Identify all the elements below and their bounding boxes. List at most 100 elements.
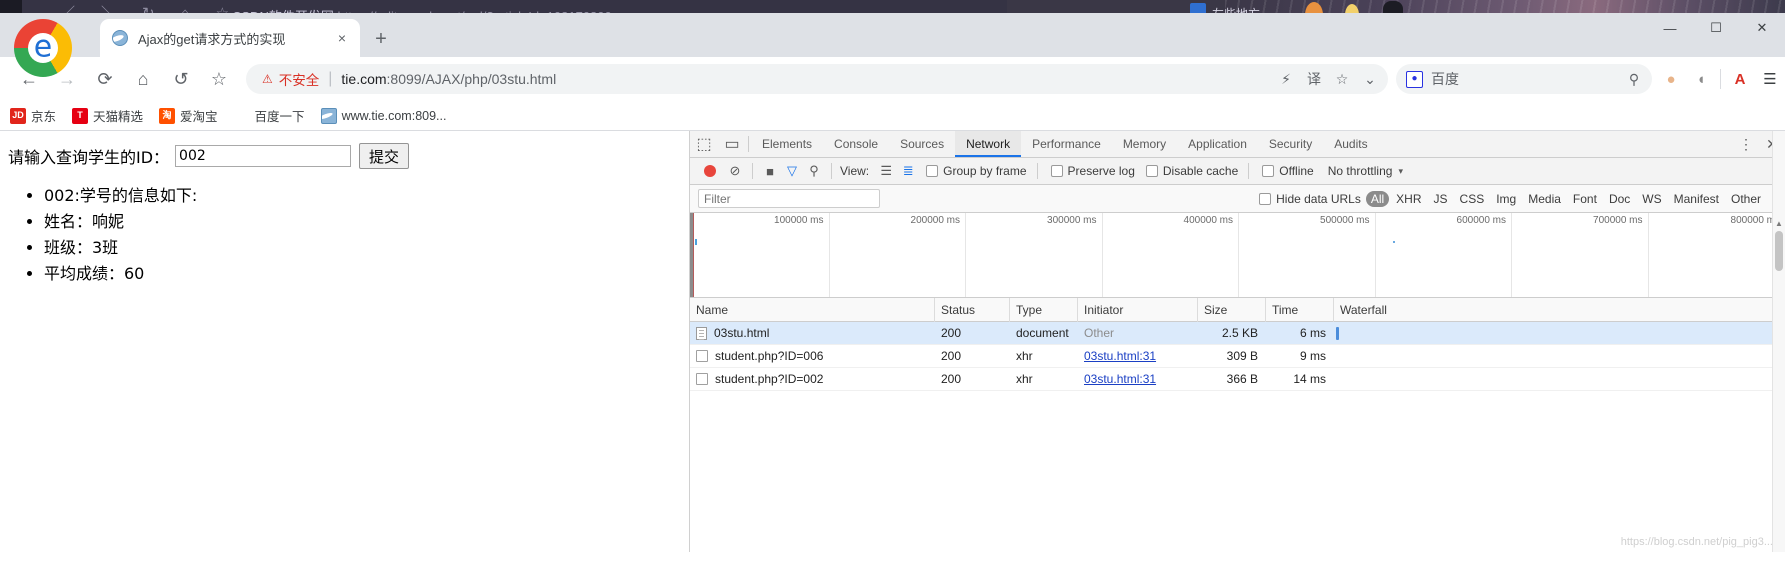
hide-data-urls-checkbox[interactable] xyxy=(1259,192,1272,205)
record-button-icon[interactable] xyxy=(704,165,716,177)
device-toolbar-icon[interactable]: ▭ xyxy=(718,131,746,157)
submit-button[interactable]: 提交 xyxy=(359,143,410,169)
view-waterfall-icon[interactable]: ≣ xyxy=(897,163,919,179)
filter-type-all[interactable]: All xyxy=(1365,190,1390,207)
bookmark-star-icon[interactable]: ☆ xyxy=(202,62,236,96)
table-row[interactable]: 03stu.html 200 document Other 2.5 KB 6 m… xyxy=(690,322,1785,345)
browser-tab[interactable]: Ajax的get请求方式的实现 × xyxy=(100,19,360,57)
search-icon[interactable]: ⚲ xyxy=(1622,71,1646,88)
disable-cache-checkbox[interactable] xyxy=(1145,165,1158,177)
request-name-cell[interactable]: student.php?ID=002 xyxy=(690,368,935,391)
filter-type-manifest[interactable]: Manifest xyxy=(1669,191,1724,207)
column-header-name[interactable]: Name xyxy=(690,297,935,322)
pdf-extension-icon[interactable]: A xyxy=(1725,64,1755,94)
waterfall-cell xyxy=(1334,368,1785,391)
history-icon[interactable]: ↺ xyxy=(164,62,198,96)
checkbox-icon[interactable] xyxy=(696,350,708,362)
network-overview-timeline[interactable]: 100000 ms 200000 ms 300000 ms 400000 ms … xyxy=(690,213,1785,298)
capture-screenshots-icon[interactable]: ■ xyxy=(759,164,781,179)
maximize-icon[interactable]: ☐ xyxy=(1693,13,1739,43)
bookmark-item[interactable]: JD 京东 xyxy=(10,106,56,125)
address-bar[interactable]: ⚠ 不安全 | tie.com:8099/AJAX/php/03stu.html… xyxy=(246,64,1388,94)
filter-type-other[interactable]: Other xyxy=(1726,191,1766,207)
bookmark-item[interactable]: T 天猫精选 xyxy=(72,106,143,125)
request-name-cell[interactable]: student.php?ID=006 xyxy=(690,345,935,368)
chevron-down-icon[interactable]: ⌄ xyxy=(1356,65,1384,93)
minimize-icon[interactable]: — xyxy=(1647,13,1693,43)
column-header-type[interactable]: Type xyxy=(1010,297,1078,322)
column-header-size[interactable]: Size xyxy=(1198,297,1266,322)
new-tab-button[interactable]: + xyxy=(368,26,394,52)
student-id-input[interactable] xyxy=(175,145,352,167)
request-initiator-link[interactable]: 03stu.html:31 xyxy=(1084,345,1156,368)
tab-performance[interactable]: Performance xyxy=(1021,131,1112,157)
list-item: 平均成绩：60 xyxy=(44,261,689,287)
reload-icon[interactable]: ⟳ xyxy=(88,62,122,96)
scroll-up-icon[interactable]: ▲ xyxy=(1773,219,1785,228)
star-icon[interactable]: ☆ xyxy=(1328,65,1356,93)
chrome-menu-icon[interactable]: ☰ xyxy=(1755,64,1785,94)
filter-type-media[interactable]: Media xyxy=(1523,191,1566,207)
pocket-extension-icon[interactable]: ◖ xyxy=(1686,64,1716,94)
monkey-extension-icon[interactable]: ● xyxy=(1656,64,1686,94)
search-engine-label: 百度 xyxy=(1431,71,1459,87)
filter-type-font[interactable]: Font xyxy=(1568,191,1602,207)
tab-elements[interactable]: Elements xyxy=(751,131,823,157)
navigation-bar: ← → ⟳ ⌂ ↺ ☆ ⚠ 不安全 | tie.com:8099/AJAX/ph… xyxy=(0,57,1785,101)
filter-type-ws[interactable]: WS xyxy=(1637,191,1666,207)
tab-sources[interactable]: Sources xyxy=(889,131,955,157)
close-icon[interactable]: × xyxy=(332,28,352,48)
column-header-initiator[interactable]: Initiator xyxy=(1078,297,1198,322)
home-icon[interactable]: ⌂ xyxy=(126,62,160,96)
offline-checkbox[interactable] xyxy=(1262,165,1275,177)
filter-type-js[interactable]: JS xyxy=(1429,191,1453,207)
tab-application[interactable]: Application xyxy=(1177,131,1258,157)
request-initiator-cell[interactable]: 03stu.html:31 xyxy=(1078,345,1198,368)
table-row[interactable]: student.php?ID=006 200 xhr 03stu.html:31… xyxy=(690,345,1785,368)
group-by-frame-checkbox[interactable] xyxy=(926,165,939,177)
tab-memory[interactable]: Memory xyxy=(1112,131,1177,157)
search-icon[interactable]: ⚲ xyxy=(803,163,825,179)
filter-type-doc[interactable]: Doc xyxy=(1604,191,1635,207)
column-header-time[interactable]: Time xyxy=(1266,297,1334,322)
clear-icon[interactable]: ⊘ xyxy=(724,163,746,179)
filter-type-xhr[interactable]: XHR xyxy=(1391,191,1426,207)
filter-type-img[interactable]: Img xyxy=(1491,191,1521,207)
scrollbar-thumb[interactable] xyxy=(1775,231,1783,271)
tab-audits[interactable]: Audits xyxy=(1323,131,1378,157)
devtools-vertical-scrollbar[interactable]: ▲ xyxy=(1772,131,1785,552)
search-box[interactable]: ● 百度 ⚲ xyxy=(1396,64,1652,94)
divider xyxy=(1248,163,1250,179)
filter-icon[interactable]: ▽ xyxy=(781,163,803,179)
filter-type-css[interactable]: CSS xyxy=(1455,191,1490,207)
tab-console[interactable]: Console xyxy=(823,131,889,157)
tab-security[interactable]: Security xyxy=(1258,131,1323,157)
bookmark-item[interactable]: 淘 爱淘宝 xyxy=(159,106,218,125)
chevron-down-icon[interactable]: ▾ xyxy=(1398,166,1403,177)
request-name-cell[interactable]: 03stu.html xyxy=(690,322,935,345)
waterfall-cell xyxy=(1334,322,1785,345)
filter-input[interactable] xyxy=(698,189,880,208)
checkbox-icon[interactable] xyxy=(696,373,708,385)
column-header-status[interactable]: Status xyxy=(935,297,1010,322)
bookmark-item[interactable]: www.tie.com:809... xyxy=(320,107,446,124)
request-initiator-cell[interactable]: 03stu.html:31 xyxy=(1078,368,1198,391)
more-options-icon[interactable]: ⋮ xyxy=(1733,131,1759,157)
tab-network[interactable]: Network xyxy=(955,131,1022,157)
bookmark-item[interactable]: ● 百度一下 xyxy=(233,106,305,125)
throttling-select[interactable]: No throttling xyxy=(1328,164,1393,178)
close-window-icon[interactable]: ✕ xyxy=(1739,13,1785,43)
list-item: 姓名：响妮 xyxy=(44,209,689,235)
request-name: student.php?ID=006 xyxy=(715,348,824,363)
inspect-element-icon[interactable]: ⬚ xyxy=(690,131,718,157)
chrome-browser-window: e Ajax的get请求方式的实现 × + — ☐ ✕ ← → ⟳ ⌂ ↺ ☆ … xyxy=(0,13,1785,565)
view-list-icon[interactable]: ☰ xyxy=(875,163,897,179)
viewport: 请输入查询学生的ID： 提交 002:学号的信息如下: 姓名：响妮 班级：3班 … xyxy=(0,131,1785,552)
request-initiator-link[interactable]: 03stu.html:31 xyxy=(1084,368,1156,391)
request-initiator: Other xyxy=(1084,325,1115,340)
preserve-log-checkbox[interactable] xyxy=(1050,165,1063,177)
column-header-waterfall[interactable]: Waterfall xyxy=(1334,298,1785,322)
table-row[interactable]: student.php?ID=002 200 xhr 03stu.html:31… xyxy=(690,368,1785,391)
lightning-icon[interactable]: ⚡ xyxy=(1272,65,1300,93)
translate-icon[interactable]: 译 xyxy=(1300,65,1328,93)
